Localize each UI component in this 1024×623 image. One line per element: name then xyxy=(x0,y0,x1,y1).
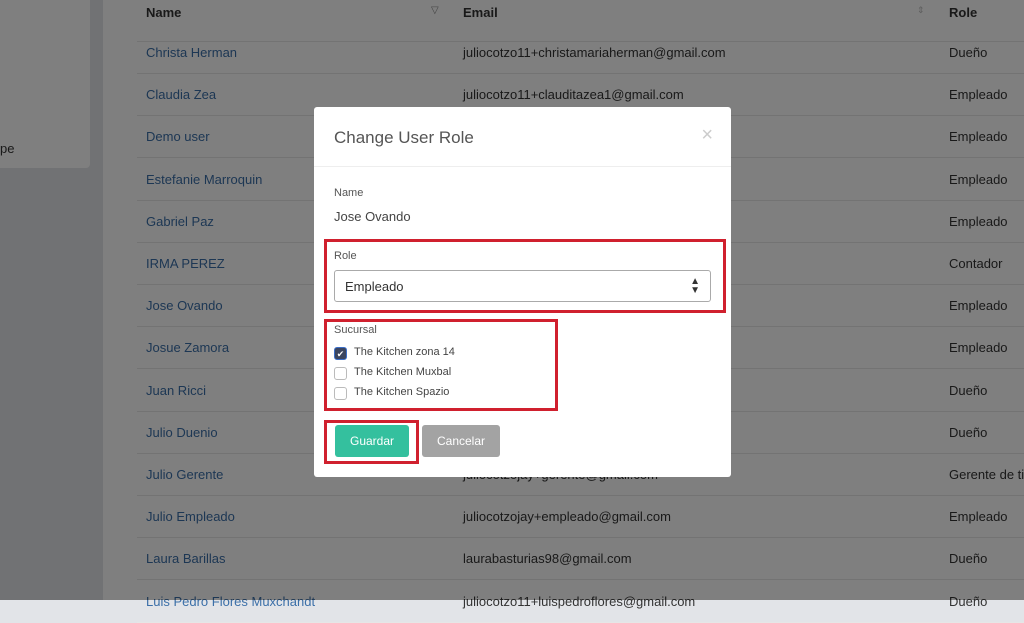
sucursal-checkbox-spazio[interactable] xyxy=(334,387,347,400)
sucursal-option-label: The Kitchen zona 14 xyxy=(354,346,455,358)
role-select-value: Empleado xyxy=(345,279,404,294)
save-button[interactable]: Guardar xyxy=(335,425,409,457)
cancel-button[interactable]: Cancelar xyxy=(422,425,500,457)
name-label: Name xyxy=(334,187,364,199)
sucursal-checkbox-muxbal[interactable] xyxy=(334,367,347,380)
name-value: Jose Ovando xyxy=(334,209,411,224)
modal-title: Change User Role xyxy=(334,128,474,147)
role-select[interactable]: Empleado ▲ ▼ xyxy=(334,270,711,302)
sucursal-label: Sucursal xyxy=(334,324,377,336)
close-icon[interactable]: × xyxy=(701,124,713,147)
sucursal-option-label: The Kitchen Muxbal xyxy=(354,366,452,378)
role-label: Role xyxy=(334,250,357,262)
change-role-modal: Change User Role × Name Jose Ovando Role … xyxy=(314,107,731,477)
sucursal-option-label: The Kitchen Spazio xyxy=(354,386,450,398)
select-arrows-icon: ▲ ▼ xyxy=(690,276,700,296)
sucursal-checkbox-zona14[interactable]: ✔ xyxy=(334,347,347,360)
